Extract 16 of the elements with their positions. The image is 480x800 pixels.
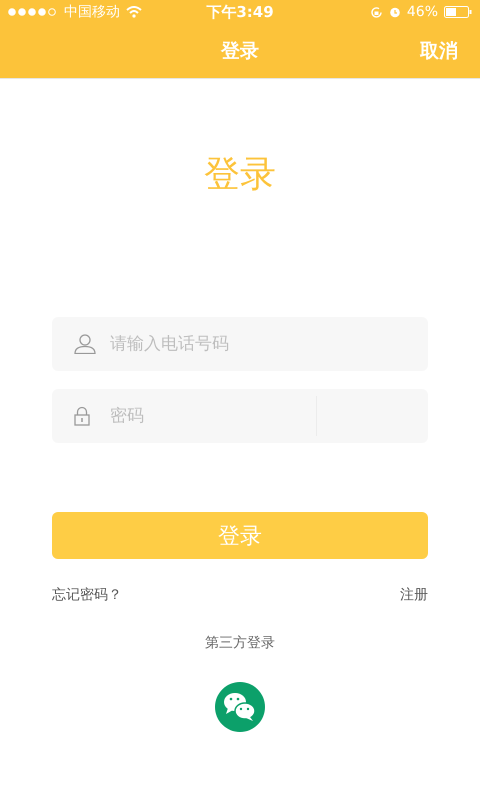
status-time: 下午3:49 <box>206 2 274 22</box>
carrier-name: 中国移动 <box>64 3 120 21</box>
forgot-password-link[interactable]: 忘记密码？ <box>52 586 122 604</box>
chat-bubbles-icon[interactable] <box>215 682 265 732</box>
rotation-lock-icon <box>370 6 383 18</box>
battery-icon <box>444 6 472 18</box>
third-party-label: 第三方登录 <box>205 634 275 652</box>
wifi-icon <box>126 6 142 18</box>
alarm-icon <box>388 6 401 18</box>
battery-percent: 46% <box>406 4 438 20</box>
signal-icon <box>8 8 58 16</box>
nav-title: 登录 <box>221 39 259 64</box>
login-heading: 登录 <box>204 153 276 197</box>
input-field[interactable]: 密码 <box>52 389 428 443</box>
register-link[interactable]: 注册 <box>400 586 428 604</box>
input-field[interactable]: 请输入电话号码 <box>52 317 428 371</box>
